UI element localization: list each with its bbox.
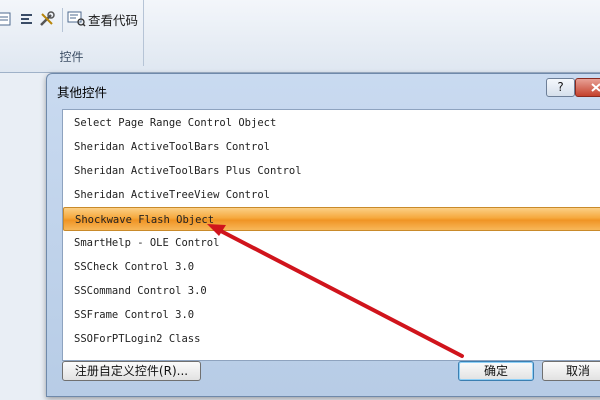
help-button[interactable]: ? bbox=[546, 78, 575, 97]
group-label: 控件 bbox=[59, 50, 84, 64]
register-custom-control-button[interactable]: 注册自定义控件(R)... bbox=[62, 361, 201, 381]
list-item[interactable]: Sheridan ActiveToolBars Control bbox=[63, 135, 600, 159]
list-item[interactable]: SSCheck Control 3.0 bbox=[63, 255, 600, 279]
cancel-button[interactable]: 取消 bbox=[542, 361, 600, 381]
tools-icon[interactable] bbox=[38, 10, 56, 28]
list-item[interactable]: SSCommand Control 3.0 bbox=[63, 279, 600, 303]
list-item[interactable]: Sheridan ActiveTreeView Control bbox=[63, 183, 600, 207]
ribbon: 查看代码 控件 bbox=[0, 0, 600, 73]
close-icon bbox=[591, 83, 600, 92]
dialog-title: 其他控件 bbox=[57, 85, 108, 100]
list-item[interactable]: SSOForPTLogin2 Class bbox=[63, 327, 600, 351]
list-item[interactable]: SSFrame Control 3.0 bbox=[63, 303, 600, 327]
view-code-icon bbox=[66, 9, 86, 30]
view-code-label: 查看代码 bbox=[88, 12, 139, 28]
close-button[interactable] bbox=[575, 78, 600, 97]
list-item[interactable]: Select Page Range Control Object bbox=[63, 111, 600, 135]
list-item-selected[interactable]: Shockwave Flash Object bbox=[63, 207, 600, 231]
more-controls-dialog: 其他控件 ? Select Page Range Control Object … bbox=[46, 73, 600, 397]
list-item[interactable]: SmartHelp - OLE Control bbox=[63, 231, 600, 255]
ok-button[interactable]: 确定 bbox=[458, 361, 534, 381]
view-code-button[interactable]: 查看代码 bbox=[66, 8, 138, 30]
list-item[interactable]: Sheridan ActiveToolBars Plus Control bbox=[63, 159, 600, 183]
controls-group: 查看代码 控件 bbox=[0, 0, 144, 66]
controls-list[interactable]: Select Page Range Control Object Sherida… bbox=[62, 109, 600, 361]
properties-icon[interactable] bbox=[0, 10, 14, 28]
align-icon[interactable] bbox=[18, 10, 36, 28]
ribbon-separator bbox=[62, 8, 63, 32]
